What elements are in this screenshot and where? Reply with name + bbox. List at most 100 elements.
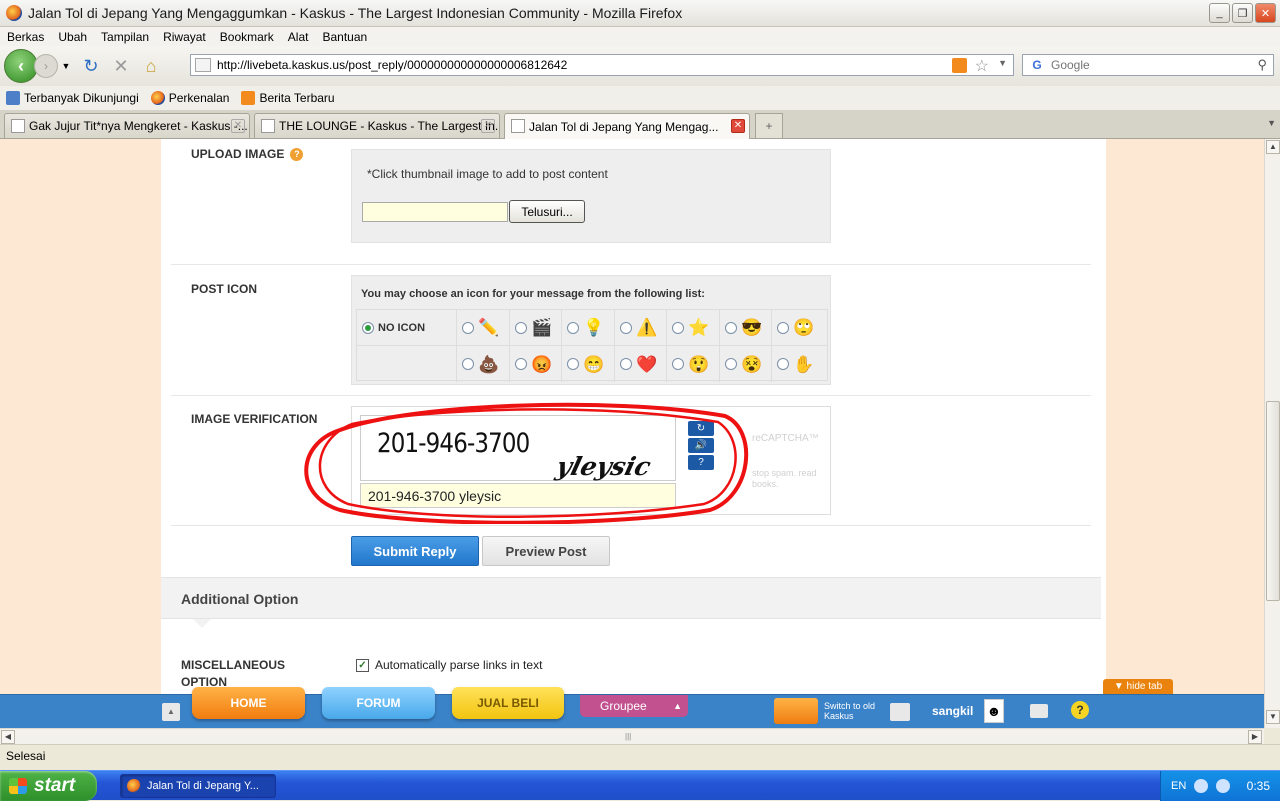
clock[interactable]: 0:35 — [1247, 779, 1270, 793]
username-label[interactable]: sangkil — [932, 704, 973, 718]
radio-button[interactable] — [672, 321, 684, 334]
icon-option-dizzy[interactable]: 😵 — [720, 346, 772, 382]
maximize-button[interactable]: ❐ — [1232, 3, 1253, 23]
close-button[interactable]: ✕ — [1255, 3, 1276, 23]
scroll-up-icon[interactable]: ▲ — [1266, 140, 1280, 154]
radio-button[interactable] — [462, 321, 474, 334]
radio-button[interactable] — [777, 358, 789, 370]
tab-the-lounge[interactable]: THE LOUNGE - Kaskus - The Largest In... … — [254, 113, 500, 138]
notes-icon[interactable] — [890, 703, 910, 721]
google-engine-icon[interactable]: G — [1023, 58, 1051, 72]
address-bar[interactable]: http://livebeta.kaskus.us/post_reply/000… — [190, 54, 1014, 76]
collapse-bar-icon[interactable]: ▲ — [162, 703, 180, 721]
bookmark-most-visited[interactable]: Terbanyak Dikunjungi — [6, 91, 139, 105]
icon-option-clapper[interactable]: 🎬 — [510, 310, 562, 346]
scroll-thumb[interactable] — [1266, 401, 1280, 601]
menu-ubah[interactable]: Ubah — [51, 30, 94, 44]
menu-riwayat[interactable]: Riwayat — [156, 30, 213, 44]
search-input[interactable] — [1051, 58, 1241, 72]
captcha-input[interactable] — [360, 483, 676, 508]
icon-option-grin[interactable]: 😁 — [562, 346, 615, 382]
radio-button[interactable] — [725, 321, 737, 334]
start-button[interactable]: start — [0, 771, 97, 801]
tab-gak-jujur[interactable]: Gak Jujur Tit*nya Mengkeret - Kaskus -..… — [4, 113, 250, 138]
horizontal-scrollbar[interactable]: ◀ ||| ▶ — [0, 728, 1264, 744]
radio-button[interactable] — [620, 358, 632, 370]
help-icon[interactable]: ? — [290, 148, 304, 162]
radio-button[interactable] — [362, 321, 374, 334]
history-dropdown-icon[interactable]: ▼ — [60, 55, 72, 77]
radio-button[interactable] — [515, 321, 527, 334]
radio-button[interactable] — [725, 358, 737, 370]
close-tab-icon[interactable]: ✕ — [231, 119, 245, 133]
tab-jalan-tol[interactable]: Jalan Tol di Jepang Yang Mengag... ✕ — [504, 113, 750, 139]
minimize-button[interactable]: _ — [1209, 3, 1230, 23]
menu-berkas[interactable]: Berkas — [0, 30, 51, 44]
refresh-icon[interactable]: ↻ — [688, 421, 714, 436]
volume-icon[interactable] — [1216, 779, 1231, 793]
scroll-left-icon[interactable]: ◀ — [1, 730, 15, 744]
help-icon[interactable]: ? — [688, 455, 714, 470]
language-indicator[interactable]: EN — [1171, 780, 1186, 792]
search-bar[interactable]: G ⚲ — [1022, 54, 1274, 76]
additional-option-header[interactable]: Additional Option — [161, 577, 1101, 628]
radio-button[interactable] — [567, 358, 579, 370]
radio-button[interactable] — [777, 321, 789, 334]
icon-option-pencil[interactable]: ✏️ — [457, 310, 510, 346]
scroll-grip-icon[interactable]: ||| — [625, 732, 631, 741]
icon-option-cool[interactable]: 😎 — [720, 310, 772, 346]
new-tab-button[interactable]: + — [755, 113, 783, 138]
jual-beli-tab-button[interactable]: JUAL BELI — [452, 687, 564, 719]
icon-option-poop[interactable]: 💩 — [457, 346, 510, 382]
submit-reply-button[interactable]: Submit Reply — [351, 536, 479, 566]
stop-icon[interactable]: ✕ — [110, 55, 132, 77]
menu-bantuan[interactable]: Bantuan — [315, 30, 374, 44]
close-tab-icon[interactable]: ✕ — [731, 119, 745, 133]
auto-parse-links-option[interactable]: ✓ Automatically parse links in text — [356, 658, 542, 672]
hide-tab-button[interactable]: ▼ hide tab — [1103, 679, 1173, 694]
groupee-tab-button[interactable]: Groupee ▲ — [580, 695, 688, 717]
radio-button[interactable] — [462, 358, 474, 370]
forum-tab-button[interactable]: FORUM — [322, 687, 435, 719]
icon-option-shocked[interactable]: 😲 — [667, 346, 720, 382]
site-identity-icon[interactable] — [195, 58, 211, 72]
tab-list-icon[interactable]: ▼ — [1267, 118, 1276, 128]
menu-alat[interactable]: Alat — [281, 30, 316, 44]
icon-option-rolleyes[interactable]: 🙄 — [772, 310, 827, 346]
browse-button[interactable]: Telusuri... — [509, 200, 585, 223]
home-tab-button[interactable]: HOME — [192, 687, 305, 719]
address-url[interactable]: http://livebeta.kaskus.us/post_reply/000… — [217, 58, 567, 72]
scroll-right-icon[interactable]: ▶ — [1248, 730, 1262, 744]
bookmark-latest-headlines[interactable]: Berita Terbaru — [241, 91, 335, 105]
menu-tampilan[interactable]: Tampilan — [94, 30, 156, 44]
forward-button[interactable]: › — [34, 54, 58, 78]
icon-option-star[interactable]: ⭐ — [667, 310, 720, 346]
radio-button[interactable] — [672, 358, 684, 370]
network-icon[interactable] — [1194, 779, 1209, 793]
avatar[interactable]: ☻ — [984, 699, 1004, 723]
menu-bookmark[interactable]: Bookmark — [213, 30, 281, 44]
radio-button[interactable] — [567, 321, 579, 334]
help-icon[interactable]: ? — [1071, 701, 1089, 719]
no-icon-option[interactable]: NO ICON — [357, 310, 457, 346]
bookmark-star-icon[interactable]: ☆ — [975, 56, 989, 76]
vertical-scrollbar[interactable]: ▲ ▼ — [1264, 139, 1280, 728]
icon-option-lightbulb[interactable]: 💡 — [562, 310, 615, 346]
radio-button[interactable] — [620, 321, 632, 334]
rss-feed-icon[interactable] — [952, 58, 967, 73]
bookmark-getting-started[interactable]: Perkenalan — [150, 91, 229, 105]
close-tab-icon[interactable]: ✕ — [481, 119, 495, 133]
search-icon[interactable]: ⚲ — [1257, 57, 1267, 73]
scroll-down-icon[interactable]: ▼ — [1266, 710, 1280, 724]
file-path-input[interactable] — [362, 202, 508, 222]
chevron-down-icon[interactable]: ▼ — [998, 58, 1007, 68]
home-icon[interactable]: ⌂ — [140, 55, 162, 77]
switch-old-kaskus-button[interactable]: Switch to old Kaskus — [774, 698, 878, 724]
icon-option-warning[interactable]: ⚠️ — [615, 310, 667, 346]
icon-option-angry[interactable]: 😡 — [510, 346, 562, 382]
audio-icon[interactable]: 🔊 — [688, 438, 714, 453]
checkbox-checked[interactable]: ✓ — [356, 658, 369, 672]
taskbar-firefox-window[interactable]: Jalan Tol di Jepang Y... — [120, 774, 276, 798]
mail-icon[interactable] — [1030, 704, 1048, 718]
preview-post-button[interactable]: Preview Post — [482, 536, 610, 566]
